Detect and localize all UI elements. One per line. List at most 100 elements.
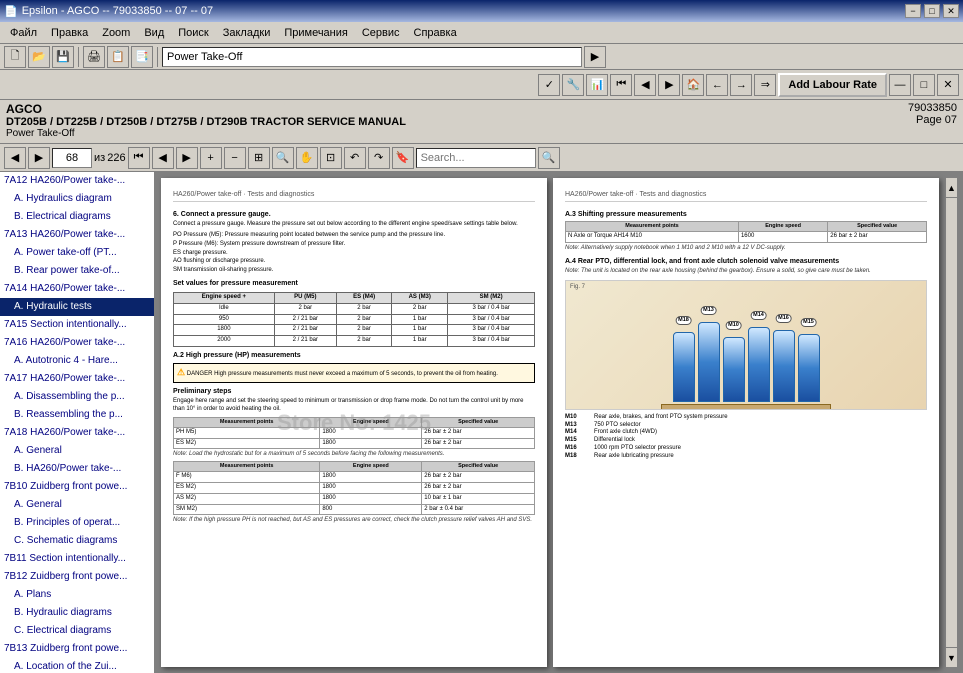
go-button[interactable]: ▶ xyxy=(584,46,606,68)
tb-nav1[interactable]: ↶ xyxy=(344,147,366,169)
menu-search[interactable]: Поиск xyxy=(172,25,214,41)
sidebar-item-8[interactable]: 7A15 Section intentionally... xyxy=(0,316,154,334)
zoom-out[interactable]: − xyxy=(224,147,246,169)
menu-help[interactable]: Справка xyxy=(408,25,463,41)
sidebar-item-23[interactable]: A. Plans xyxy=(0,586,154,604)
table-row: N Axle or Torque AH14 M10160026 bar ± 2 … xyxy=(566,232,927,243)
new-button[interactable]: 🗋 xyxy=(4,46,26,68)
minimize-button[interactable]: − xyxy=(905,4,921,18)
sidebar-item-24[interactable]: B. Hydraulic diagrams xyxy=(0,604,154,622)
sidebar-item-2[interactable]: B. Electrical diagrams xyxy=(0,208,154,226)
eps-icon9[interactable]: ⇒ xyxy=(754,74,776,96)
save-button[interactable]: 💾 xyxy=(52,46,74,68)
menu-zoom[interactable]: Zoom xyxy=(96,25,136,41)
eps-icon5[interactable]: ▶ xyxy=(658,74,680,96)
eps-icon10[interactable]: — xyxy=(889,74,911,96)
pan-tool[interactable]: ✋ xyxy=(296,147,318,169)
menu-edit[interactable]: Правка xyxy=(45,25,94,41)
sidebar-item-15[interactable]: A. General xyxy=(0,442,154,460)
sidebar-item-26[interactable]: 7B13 Zuidberg front powe... xyxy=(0,640,154,658)
sidebar-item-14[interactable]: 7A18 HA260/Power take-... xyxy=(0,424,154,442)
menu-notes[interactable]: Примечания xyxy=(278,25,354,41)
sidebar-item-10[interactable]: A. Autotronic 4 - Hare... xyxy=(0,352,154,370)
window-title: Epsilon - AGCO -- 79033850 -- 07 -- 07 xyxy=(22,5,213,17)
menu-file[interactable]: Файл xyxy=(4,25,43,41)
sidebar-item-3[interactable]: 7A13 HA260/Power take-... xyxy=(0,226,154,244)
right-scrollbar[interactable]: ▲ ▼ xyxy=(945,178,957,667)
search-input[interactable] xyxy=(416,148,536,168)
search-button[interactable]: 🔍 xyxy=(538,147,560,169)
sidebar-item-9[interactable]: 7A16 HA260/Power take-... xyxy=(0,334,154,352)
sidebar-item-6[interactable]: 7A14 HA260/Power take-... xyxy=(0,280,154,298)
title-bar-controls[interactable]: − □ ✕ xyxy=(905,4,959,18)
main-content: 7A12 HA260/Power take-...A. Hydraulics d… xyxy=(0,172,963,673)
prelim-title: Preliminary steps xyxy=(173,387,535,396)
tb-btn3[interactable]: 📑 xyxy=(131,46,153,68)
zoom-in[interactable]: + xyxy=(200,147,222,169)
sidebar-item-5[interactable]: B. Rear power take-of... xyxy=(0,262,154,280)
eps-icon8[interactable]: → xyxy=(730,74,752,96)
sidebar-item-11[interactable]: 7A17 HA260/Power take-... xyxy=(0,370,154,388)
eps-icon4[interactable]: ◀ xyxy=(634,74,656,96)
measurement-table1: Measurement points Engine speed Specifie… xyxy=(173,417,535,450)
sidebar-item-20[interactable]: C. Schematic diagrams xyxy=(0,532,154,550)
eps-icon1[interactable]: 🔧 xyxy=(562,74,584,96)
sidebar-item-25[interactable]: C. Electrical diagrams xyxy=(0,622,154,640)
separator2 xyxy=(157,47,158,67)
fig-num: Fig. 7 xyxy=(566,281,926,292)
maximize-button[interactable]: □ xyxy=(924,4,940,18)
company-name: AGCO xyxy=(6,102,406,116)
sidebar-item-21[interactable]: 7B11 Section intentionally... xyxy=(0,550,154,568)
eps-check-icon[interactable]: ✓ xyxy=(538,74,560,96)
sidebar-item-19[interactable]: B. Principles of operat... xyxy=(0,514,154,532)
select-tool[interactable]: ⊡ xyxy=(320,147,342,169)
sidebar-item-18[interactable]: A. General xyxy=(0,496,154,514)
page-total: 226 xyxy=(107,152,125,164)
sidebar-item-16[interactable]: B. HA260/Power take-... xyxy=(0,460,154,478)
warning-icon: ⚠ xyxy=(177,367,185,377)
tb-btn2[interactable]: 📋 xyxy=(107,46,129,68)
menu-view[interactable]: Вид xyxy=(138,25,170,41)
nav-next[interactable]: ▶ xyxy=(176,147,198,169)
scroll-down[interactable]: ▼ xyxy=(946,647,957,667)
es-label: ES charge pressure. xyxy=(173,250,535,258)
scroll-up[interactable]: ▲ xyxy=(946,178,957,198)
left-page-header: HA260/Power take-off · Tests and diagnos… xyxy=(173,190,535,202)
sidebar-item-22[interactable]: 7B12 Zuidberg front powe... xyxy=(0,568,154,586)
eps-icon2[interactable]: 📊 xyxy=(586,74,608,96)
sidebar-item-0[interactable]: 7A12 HA260/Power take-... xyxy=(0,172,154,190)
doc-path[interactable]: Power Take-Off xyxy=(162,47,582,67)
eps-icon12[interactable]: ✕ xyxy=(937,74,959,96)
nav-prev[interactable]: ◀ xyxy=(152,147,174,169)
sidebar-item-4[interactable]: A. Power take-off (PT... xyxy=(0,244,154,262)
add-labour-button[interactable]: Add Labour Rate xyxy=(778,73,887,97)
eps-icon11[interactable]: □ xyxy=(913,74,935,96)
forward-button[interactable]: ▶ xyxy=(28,147,50,169)
sidebar-item-17[interactable]: 7B10 Zuidberg front powe... xyxy=(0,478,154,496)
tb-nav2[interactable]: ↷ xyxy=(368,147,390,169)
eps-icon3[interactable]: ⏮ xyxy=(610,74,632,96)
eps-icon6[interactable]: 🏠 xyxy=(682,74,704,96)
eps-icon7[interactable]: ← xyxy=(706,74,728,96)
sidebar-item-1[interactable]: A. Hydraulics diagram xyxy=(0,190,154,208)
step6-text: Connect a pressure gauge. Measure the pr… xyxy=(173,221,535,229)
sidebar-item-12[interactable]: A. Disassembling the p... xyxy=(0,388,154,406)
back-button[interactable]: ◀ xyxy=(4,147,26,169)
menu-service[interactable]: Сервис xyxy=(356,25,406,41)
sidebar-item-7[interactable]: A. Hydraulic tests xyxy=(0,298,154,316)
sidebar-item-13[interactable]: B. Reassembling the p... xyxy=(0,406,154,424)
print-button[interactable]: 🖨 xyxy=(83,46,105,68)
doc-number: 79033850 xyxy=(908,102,957,114)
sidebar: 7A12 HA260/Power take-...A. Hydraulics d… xyxy=(0,172,155,673)
zoom-fit[interactable]: ⊞ xyxy=(248,147,270,169)
zoom-page[interactable]: 🔍 xyxy=(272,147,294,169)
open-button[interactable]: 📂 xyxy=(28,46,50,68)
nav-first[interactable]: ⏮ xyxy=(128,147,150,169)
close-button[interactable]: ✕ xyxy=(943,4,959,18)
sidebar-item-27[interactable]: A. Location of the Zui... xyxy=(0,658,154,673)
menu-bookmarks[interactable]: Закладки xyxy=(217,25,277,41)
page-input[interactable]: 68 xyxy=(52,148,92,168)
tb-nav3[interactable]: 🔖 xyxy=(392,147,414,169)
cylinder-m14: M14 xyxy=(748,327,770,402)
manual-title: DT205B / DT225B / DT250B / DT275B / DT29… xyxy=(6,116,406,128)
